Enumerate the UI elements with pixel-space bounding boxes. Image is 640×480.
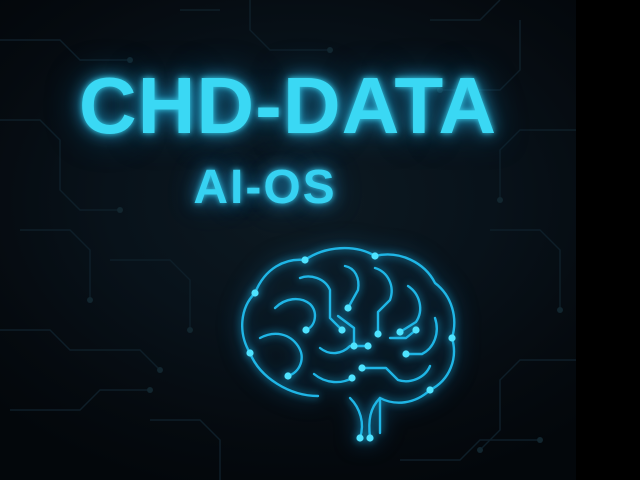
page-subtitle: AI-OS [193, 161, 337, 214]
page-title: CHD-DATA [78, 61, 498, 150]
right-edge-band [576, 0, 640, 480]
circuit-brain-icon [241, 246, 456, 442]
poster: CHD-DATA AI-OS [0, 0, 640, 480]
